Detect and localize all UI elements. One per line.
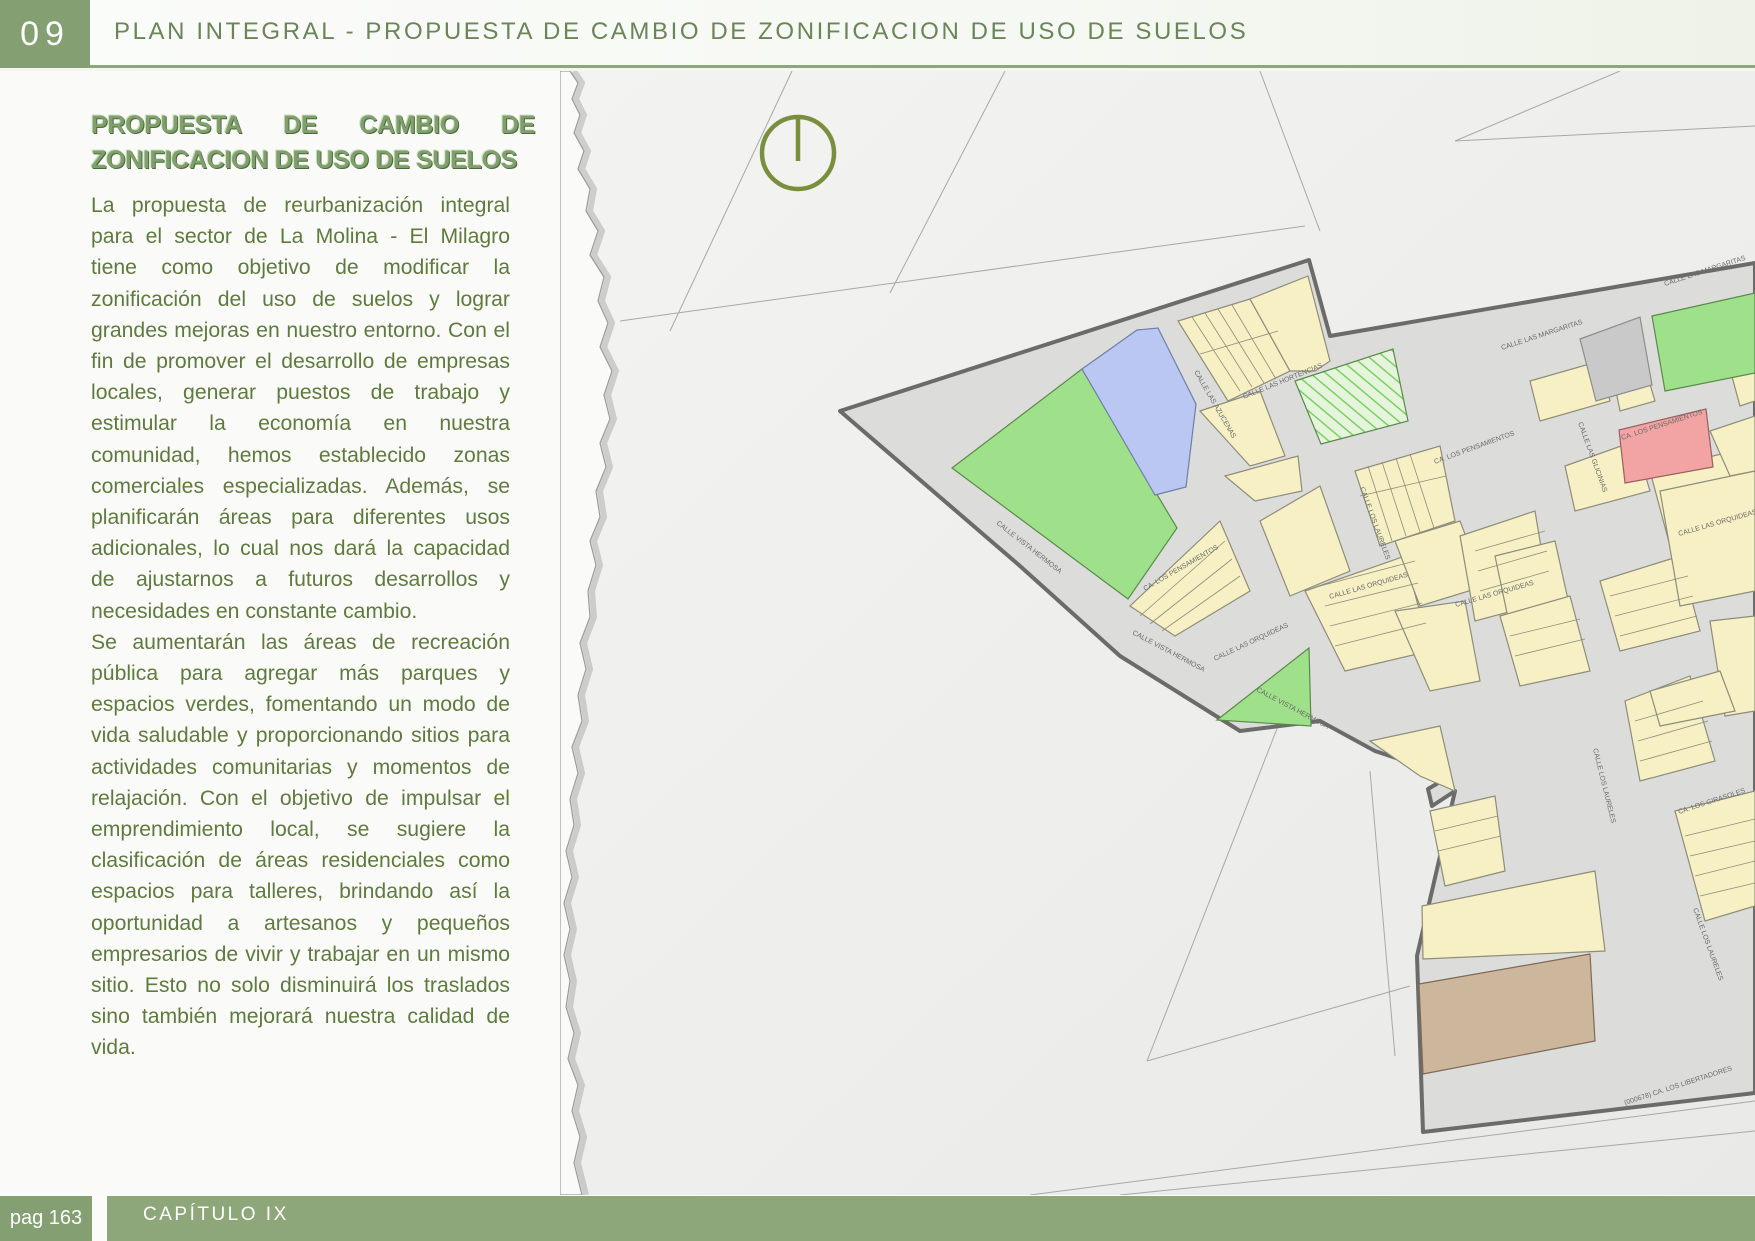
paragraph-2: Se aumentarán las áreas de recreación pú… xyxy=(91,630,510,1060)
body-text: La propuesta de reurbanización integral … xyxy=(91,190,510,1064)
section-title: PROPUESTA DE CAMBIO DE ZONIFICACION DE U… xyxy=(91,111,535,174)
chapter-label: CAPÍTULO IX xyxy=(143,1204,289,1225)
page-number: pag 163 xyxy=(0,1196,92,1241)
header-title: PLAN INTEGRAL - PROPUESTA DE CAMBIO DE Z… xyxy=(114,18,1249,45)
torn-paper-edge xyxy=(560,71,620,1195)
paragraph-1: La propuesta de reurbanización integral … xyxy=(91,194,510,623)
page-header: 09 PLAN INTEGRAL - PROPUESTA DE CAMBIO D… xyxy=(0,0,1755,68)
zoning-map-drawing: CALLE LAS MARGARITAS CALLE LAS MARGARITA… xyxy=(560,71,1755,1195)
zoning-map: CALLE LAS MARGARITAS CALLE LAS MARGARITA… xyxy=(560,71,1755,1195)
chapter-bar xyxy=(107,1196,1755,1241)
chapter-number: 09 xyxy=(0,0,90,68)
